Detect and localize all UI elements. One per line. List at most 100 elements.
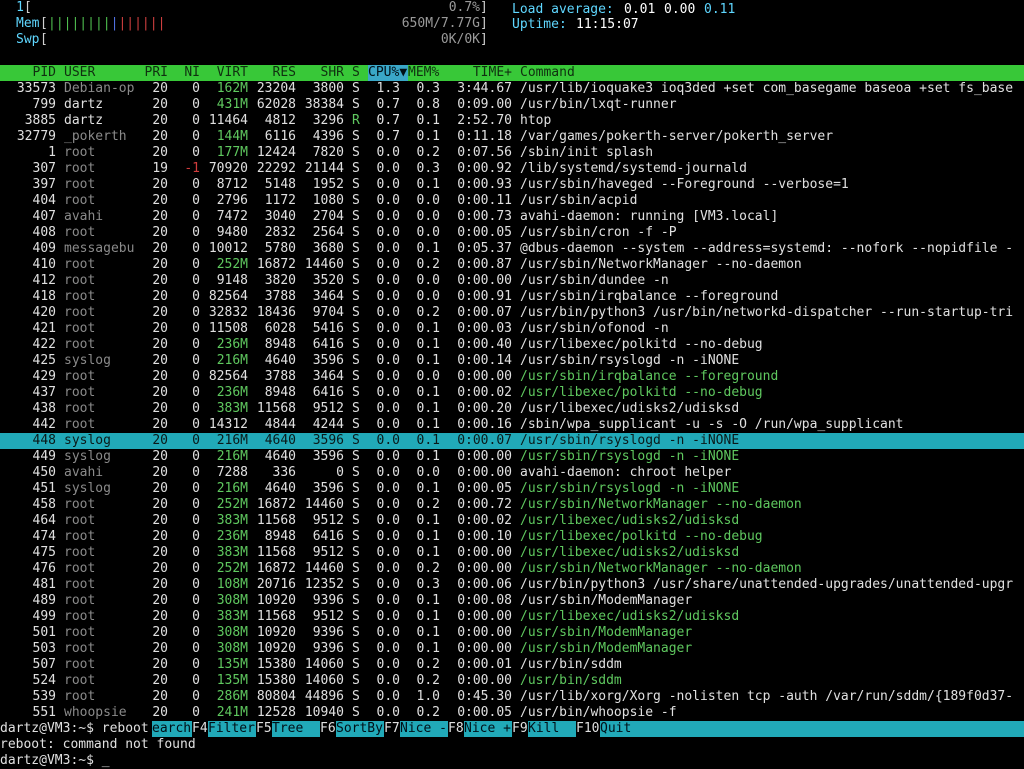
col-time[interactable]: TIME+ <box>448 65 512 81</box>
process-shr: 3596 <box>312 481 344 496</box>
process-shr: 3596 <box>312 433 344 448</box>
process-row[interactable]: 499 root 20 0 383M 11568 9512 S 0.0 0.1 0:00.00/us… <box>0 609 1024 625</box>
process-row[interactable]: 449 syslog 20 0 216M 4640 3596 S 0.0 0.1 0:00.00/u… <box>0 449 1024 465</box>
process-pri: 20 <box>152 401 168 416</box>
process-row[interactable]: 501 root 20 0 308M 10920 9396 S 0.0 0.1 0:00.00/us… <box>0 625 1024 641</box>
f6-key[interactable]: F6 <box>320 721 336 737</box>
shell-prompt-text[interactable]: dartz@VM3:~$ _ <box>0 753 110 769</box>
process-pid: 799 <box>32 97 56 112</box>
process-row[interactable]: 3885 dartz 20 0 11464 4812 3296 R 0.7 0.1 2:52.70 h… <box>0 113 1024 129</box>
process-virt: 216M <box>216 353 248 368</box>
process-row[interactable]: 551 whoopsie 20 0 241M 12528 10940 S 0.0 0.2 0:00.… <box>0 705 1024 721</box>
search-key-label[interactable]: earch <box>152 721 192 737</box>
col-shr[interactable]: SHR <box>296 65 344 81</box>
process-row[interactable]: 410 root 20 0 252M 16872 14460 S 0.0 0.2 0:00.87/u… <box>0 257 1024 273</box>
col-command[interactable]: Command <box>520 65 575 81</box>
process-s: S <box>352 97 360 112</box>
process-row[interactable]: 481 root 20 0 108M 20716 12352 S 0.0 0.3 0:00.06/u… <box>0 577 1024 593</box>
process-cmd: /usr/sbin/ModemManager <box>520 625 693 640</box>
tree-key-label[interactable]: Tree <box>272 721 320 737</box>
quit-key-label[interactable]: Quit <box>600 721 1024 737</box>
process-virt: 82564 <box>208 289 248 304</box>
process-row[interactable]: 476 root 20 0 252M 16872 14460 S 0.0 0.2 0:00.00/u… <box>0 561 1024 577</box>
process-row[interactable]: 464 root 20 0 383M 11568 9512 S 0.0 0.1 0:00.02/us… <box>0 513 1024 529</box>
process-pri: 20 <box>152 625 168 640</box>
shell-prompt[interactable]: dartz@VM3:~$ _ <box>0 753 1024 769</box>
col-ni[interactable]: NI <box>176 65 200 81</box>
process-row[interactable]: 32779 _pokerth 20 0 144M 6116 4396 S 0.7 0.1 0:11.… <box>0 129 1024 145</box>
process-row[interactable]: 458 root 20 0 252M 16872 14460 S 0.0 0.2 0:00.72/u… <box>0 497 1024 513</box>
col-pri[interactable]: PRI <box>136 65 168 81</box>
process-res: 16872 <box>256 497 296 512</box>
process-virt: 252M <box>216 561 248 576</box>
process-row[interactable]: 408 root 20 0 9480 2832 2564 S 0.0 0.0 0:00.05/usr… <box>0 225 1024 241</box>
process-pid: 407 <box>32 209 56 224</box>
process-row[interactable]: 489 root 20 0 308M 10920 9396 S 0.0 0.1 0:00.08/us… <box>0 593 1024 609</box>
col-state[interactable]: S <box>352 65 360 81</box>
process-row[interactable]: 418 root 20 0 82564 3788 3464 S 0.0 0.0 0:00.91/us… <box>0 289 1024 305</box>
process-row[interactable]: 437 root 20 0 236M 8948 6416 S 0.0 0.1 0:00.02/usr… <box>0 385 1024 401</box>
process-row[interactable]: 397 root 20 0 8712 5148 1952 S 0.0 0.1 0:00.93/usr… <box>0 177 1024 193</box>
process-pid: 458 <box>32 497 56 512</box>
process-s: R <box>352 113 360 128</box>
process-res: 10920 <box>256 641 296 656</box>
f8-key[interactable]: F8 <box>448 721 464 737</box>
col-pid[interactable]: PID <box>0 65 56 81</box>
process-row[interactable]: 799 dartz 20 0 431M 62028 38384 S 0.7 0.8 0:09.00 /… <box>0 97 1024 113</box>
process-row[interactable]: 475 root 20 0 383M 11568 9512 S 0.0 0.1 0:00.00/us… <box>0 545 1024 561</box>
col-mem[interactable]: MEM% <box>408 65 439 81</box>
process-res: 5780 <box>264 241 296 256</box>
process-virt: 162M <box>216 81 248 96</box>
process-row[interactable]: 33573 Debian-op 20 0 162M 23204 3800 S 1.3 0.3 3:4… <box>0 81 1024 97</box>
process-row[interactable]: 474 root 20 0 236M 8948 6416 S 0.0 0.1 0:00.10/usr… <box>0 529 1024 545</box>
kill-key-label[interactable]: Kill <box>528 721 576 737</box>
process-row[interactable]: 412 root 20 0 9148 3820 3520 S 0.0 0.0 0:00.00/usr… <box>0 273 1024 289</box>
process-ni: 0 <box>192 497 200 512</box>
process-user: syslog <box>64 433 111 448</box>
nice-plus-key-label[interactable]: Nice + <box>464 721 512 737</box>
sortby-key-label[interactable]: SortBy <box>336 721 384 737</box>
process-row[interactable]: 450 avahi 20 0 7288 336 0 S 0.0 0.0 0:00.00 avahi-d… <box>0 465 1024 481</box>
process-row[interactable]: 438 root 20 0 383M 11568 9512 S 0.0 0.1 0:00.20/us… <box>0 401 1024 417</box>
process-cmd: /sbin/init splash <box>520 145 654 160</box>
filter-key-label[interactable]: Filter <box>208 721 256 737</box>
nice-minus-key-label[interactable]: Nice - <box>400 721 448 737</box>
process-row[interactable]: 503 root 20 0 308M 10920 9396 S 0.0 0.1 0:00.00/us… <box>0 641 1024 657</box>
f10-key[interactable]: F10 <box>576 721 599 737</box>
process-row[interactable]: 507 root 20 0 135M 15380 14060 S 0.0 0.2 0:00.01/u… <box>0 657 1024 673</box>
process-s: S <box>352 641 360 656</box>
htop-terminal[interactable]: 1 [ 0.7% ] Mem [ ||||||||||||||| 650M/7.… <box>0 0 1024 768</box>
process-shr: 6416 <box>312 385 344 400</box>
col-cpu-sorted[interactable]: CPU%▼ <box>368 65 408 81</box>
process-row[interactable]: 420 root 20 0 32832 18436 9704 S 0.0 0.2 0:00.07/u… <box>0 305 1024 321</box>
process-row[interactable]: 429 root 20 0 82564 3788 3464 S 0.0 0.0 0:00.00/us… <box>0 369 1024 385</box>
process-cpu: 1.3 <box>376 81 400 96</box>
f9-key[interactable]: F9 <box>512 721 528 737</box>
process-shr: 14460 <box>304 561 344 576</box>
process-row[interactable]: 421 root 20 0 11508 6028 5416 S 0.0 0.1 0:00.03/us… <box>0 321 1024 337</box>
f5-key[interactable]: F5 <box>256 721 272 737</box>
process-row[interactable]: 407 avahi 20 0 7472 3040 2704 S 0.0 0.0 0:00.73 ava… <box>0 209 1024 225</box>
process-row[interactable]: 425 syslog 20 0 216M 4640 3596 S 0.0 0.1 0:00.14/u… <box>0 353 1024 369</box>
process-row[interactable]: 422 root 20 0 236M 8948 6416 S 0.0 0.1 0:00.40/usr… <box>0 337 1024 353</box>
process-res: 3820 <box>264 273 296 288</box>
cpu-meter-label: 1 <box>16 0 24 15</box>
col-user[interactable]: USER <box>64 65 95 81</box>
process-row[interactable]: 307 root 19 -1 70920 22292 21144 S 0.0 0.3 0:00.92… <box>0 161 1024 177</box>
process-shr: 2704 <box>312 209 344 224</box>
process-ni: 0 <box>192 145 200 160</box>
process-row[interactable]: 442 root 20 0 14312 4844 4244 S 0.0 0.1 0:00.16/sb… <box>0 417 1024 433</box>
f7-key[interactable]: F7 <box>384 721 400 737</box>
process-row[interactable]: 409 messagebu 20 0 10012 5780 3680 S 0.0 0.1 0:05.… <box>0 241 1024 257</box>
process-cpu: 0.0 <box>376 641 400 656</box>
process-time: 0:00.07 <box>457 433 512 448</box>
process-row-selected[interactable]: 448 syslog 20 0 216M 4640 3596 S 0.0 0.1 0:00.07/u… <box>0 433 1024 449</box>
f4-key[interactable]: F4 <box>192 721 208 737</box>
process-row[interactable]: 404 root 20 0 2796 1172 1080 S 0.0 0.0 0:00.11/usr… <box>0 193 1024 209</box>
col-virt[interactable]: VIRT <box>200 65 248 81</box>
process-row[interactable]: 451 syslog 20 0 216M 4640 3596 S 0.0 0.1 0:00.05/u… <box>0 481 1024 497</box>
col-res[interactable]: RES <box>248 65 296 81</box>
process-row[interactable]: 524 root 20 0 135M 15380 14060 S 0.0 0.2 0:00.00/u… <box>0 673 1024 689</box>
process-row[interactable]: 1 root 20 0 177M 12424 7820 S 0.0 0.2 0:07.56/sbin… <box>0 145 1024 161</box>
process-row[interactable]: 539 root 20 0 286M 80804 44896 S 0.0 1.0 0:45.30/u… <box>0 689 1024 705</box>
